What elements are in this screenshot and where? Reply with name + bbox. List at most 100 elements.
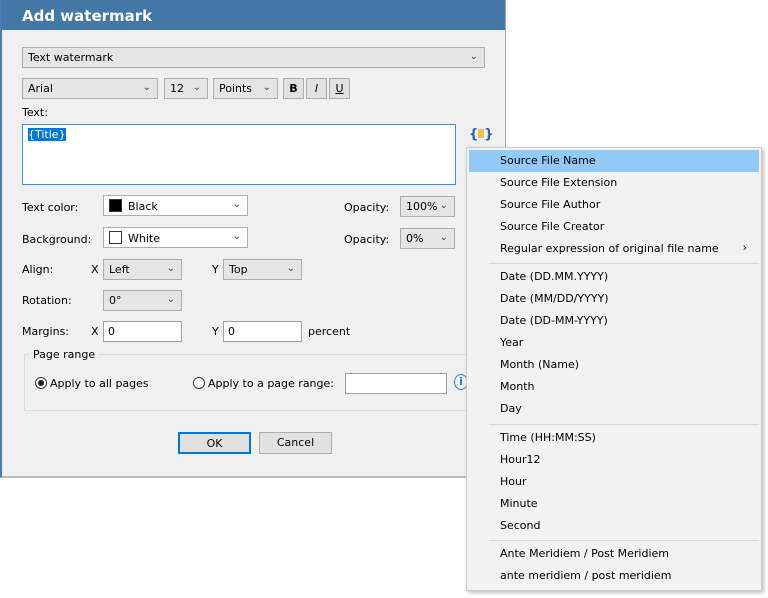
- bg-opacity-select[interactable]: 0% ⌄: [400, 228, 455, 249]
- chevron-right-icon: ›: [742, 241, 747, 254]
- text-opacity-value: 100%: [406, 200, 438, 213]
- text-color-label: Text color:: [22, 201, 79, 214]
- y-label: Y: [212, 325, 219, 338]
- menu-item[interactable]: Source File Extension: [469, 172, 759, 194]
- x-label: X: [91, 263, 99, 276]
- chevron-down-icon: ⌄: [232, 231, 241, 242]
- selected-text: {Title}: [28, 128, 66, 141]
- menu-item-label: Ante Meridiem / Post Meridiem: [500, 547, 670, 560]
- menu-item-label: Regular expression of original file name: [500, 242, 719, 255]
- chevron-down-icon: ⌄: [439, 232, 448, 243]
- menu-item-label: Month: [500, 380, 535, 393]
- unit-select[interactable]: Points ⌄: [213, 78, 278, 99]
- menu-item[interactable]: Regular expression of original file name…: [469, 238, 759, 260]
- menu-item[interactable]: ante meridiem / post meridiem: [469, 565, 759, 587]
- watermark-type-select[interactable]: Text watermark ⌄: [22, 47, 485, 68]
- text-opacity-select[interactable]: 100% ⌄: [400, 196, 455, 217]
- menu-item[interactable]: Year: [469, 332, 759, 354]
- apply-range-radio[interactable]: Apply to a page range:: [193, 377, 334, 390]
- align-label: Align:: [22, 263, 54, 276]
- align-x-select[interactable]: Left ⌄: [103, 259, 182, 280]
- menu-item[interactable]: Month: [469, 376, 759, 398]
- apply-all-label: Apply to all pages: [50, 377, 149, 390]
- align-y-select[interactable]: Top ⌄: [223, 259, 302, 280]
- dialog-title: Add watermark: [2, 0, 505, 30]
- menu-item[interactable]: Source File Author: [469, 194, 759, 216]
- menu-item[interactable]: Ante Meridiem / Post Meridiem: [469, 543, 759, 565]
- text-color-value: Black: [128, 200, 158, 213]
- menu-item[interactable]: Month (Name): [469, 354, 759, 376]
- chevron-down-icon: ⌄: [262, 82, 271, 93]
- menu-item[interactable]: Time (HH:MM:SS): [469, 427, 759, 449]
- rotation-label: Rotation:: [22, 294, 72, 307]
- chevron-down-icon: ⌄: [469, 51, 478, 62]
- menu-separator: [489, 263, 759, 264]
- apply-all-radio[interactable]: Apply to all pages: [35, 377, 149, 390]
- background-select[interactable]: White ⌄: [103, 227, 248, 248]
- percent-label: percent: [308, 325, 351, 338]
- italic-button[interactable]: I: [306, 78, 327, 99]
- opacity-label: Opacity:: [344, 201, 390, 214]
- menu-separator: [489, 424, 759, 425]
- bold-button[interactable]: B: [283, 78, 304, 99]
- size-select[interactable]: 12 ⌄: [164, 78, 208, 99]
- menu-item-label: Source File Extension: [500, 176, 618, 189]
- menu-item[interactable]: Hour12: [469, 449, 759, 471]
- margins-label: Margins:: [22, 325, 70, 338]
- menu-item-label: Source File Name: [500, 154, 596, 167]
- menu-item[interactable]: Second: [469, 515, 759, 537]
- chevron-down-icon: ⌄: [192, 82, 201, 93]
- font-value: Arial: [28, 82, 53, 95]
- chevron-down-icon: ⌄: [142, 82, 151, 93]
- menu-item-label: Hour: [500, 475, 527, 488]
- rotation-value: 0°: [109, 294, 122, 307]
- underline-button[interactable]: U: [329, 78, 350, 99]
- menu-item[interactable]: Date (DD-MM-YYYY): [469, 310, 759, 332]
- menu-item[interactable]: Date (MM/DD/YYYY): [469, 288, 759, 310]
- margin-x-input[interactable]: 0: [103, 321, 182, 342]
- menu-item-label: Source File Author: [500, 198, 601, 211]
- apply-range-label: Apply to a page range:: [208, 377, 334, 390]
- menu-item[interactable]: Hour: [469, 471, 759, 493]
- menu-item-label: Time (HH:MM:SS): [500, 431, 596, 444]
- background-label: Background:: [22, 233, 92, 246]
- watermark-text-input[interactable]: {Title}: [22, 124, 456, 185]
- macro-menu: Source File Name Source File Extension Sou…: [466, 147, 762, 591]
- unit-value: Points: [219, 82, 253, 95]
- font-select[interactable]: Arial ⌄: [22, 78, 158, 99]
- menu-item[interactable]: Day: [469, 398, 759, 420]
- page-range-input[interactable]: [345, 373, 447, 394]
- add-watermark-dialog: Add watermark Text watermark ⌄ Arial ⌄ 12 ⌄…: [0, 0, 508, 478]
- menu-item[interactable]: Source File Creator: [469, 216, 759, 238]
- menu-item[interactable]: Source File Name: [469, 150, 759, 172]
- menu-item-label: Second: [500, 519, 541, 532]
- align-y-value: Top: [229, 263, 248, 276]
- text-color-select[interactable]: Black ⌄: [103, 195, 248, 216]
- text-label: Text:: [22, 106, 48, 119]
- menu-item-label: Hour12: [500, 453, 541, 466]
- size-value: 12: [170, 82, 184, 95]
- menu-separator: [489, 540, 759, 541]
- menu-item-label: Day: [500, 402, 522, 415]
- ok-button[interactable]: OK: [178, 432, 251, 454]
- menu-item-label: Date (MM/DD/YYYY): [500, 292, 609, 305]
- color-swatch-icon: [109, 199, 122, 212]
- menu-item-label: Source File Creator: [500, 220, 605, 233]
- radio-selected-icon: [35, 377, 47, 389]
- x-label: X: [91, 325, 99, 338]
- insert-macro-icon[interactable]: {}: [469, 127, 494, 142]
- color-swatch-icon: [109, 231, 122, 244]
- menu-item-label: Minute: [500, 497, 538, 510]
- chevron-down-icon: ⌄: [166, 294, 175, 305]
- page-range-label: Page range: [30, 348, 99, 361]
- rotation-select[interactable]: 0° ⌄: [103, 290, 182, 311]
- menu-item[interactable]: Minute: [469, 493, 759, 515]
- bg-opacity-value: 0%: [406, 232, 424, 245]
- menu-item[interactable]: Date (DD.MM.YYYY): [469, 266, 759, 288]
- chevron-down-icon: ⌄: [439, 200, 448, 211]
- watermark-type-value: Text watermark: [28, 51, 114, 64]
- margin-y-input[interactable]: 0: [223, 321, 302, 342]
- menu-item-label: ante meridiem / post meridiem: [500, 569, 672, 582]
- menu-item-label: Month (Name): [500, 358, 580, 371]
- cancel-button[interactable]: Cancel: [259, 432, 332, 454]
